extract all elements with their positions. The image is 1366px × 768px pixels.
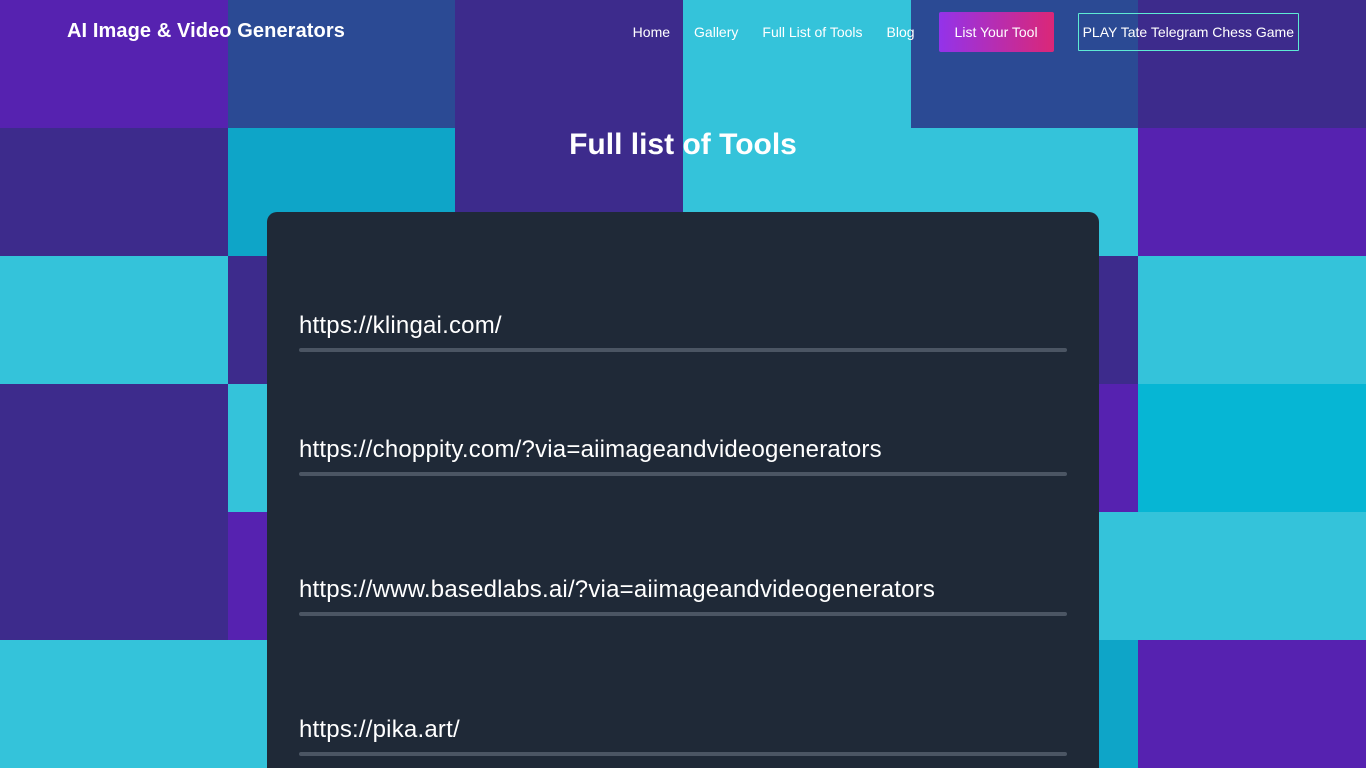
site-logo[interactable]: AI Image & Video Generators <box>67 20 345 43</box>
nav-home-link[interactable]: Home <box>633 24 670 40</box>
list-your-tool-button[interactable]: List Your Tool <box>938 12 1054 52</box>
divider <box>299 752 1067 756</box>
nav-blog-link[interactable]: Blog <box>887 24 915 40</box>
list-item: https://www.basedlabs.ai/?via=aiimageand… <box>299 476 1067 616</box>
list-item: https://klingai.com/ <box>299 212 1067 352</box>
nav-full-list-link[interactable]: Full List of Tools <box>762 24 862 40</box>
tool-link[interactable]: https://choppity.com/?via=aiimageandvide… <box>299 436 882 464</box>
list-item: https://choppity.com/?via=aiimageandvide… <box>299 336 1067 476</box>
tool-link[interactable]: https://www.basedlabs.ai/?via=aiimageand… <box>299 576 935 604</box>
nav-gallery-link[interactable]: Gallery <box>694 24 738 40</box>
list-item: https://pika.art/ <box>299 616 1067 756</box>
tools-list-card: https://klingai.com/ https://choppity.co… <box>267 212 1099 768</box>
play-chess-game-button[interactable]: PLAY Tate Telegram Chess Game <box>1077 13 1299 51</box>
navbar: AI Image & Video Generators Home Gallery… <box>0 0 1366 64</box>
page-title: Full list of Tools <box>569 128 797 161</box>
tool-link[interactable]: https://pika.art/ <box>299 716 460 744</box>
nav-links: Home Gallery Full List of Tools Blog Lis… <box>633 12 1299 52</box>
